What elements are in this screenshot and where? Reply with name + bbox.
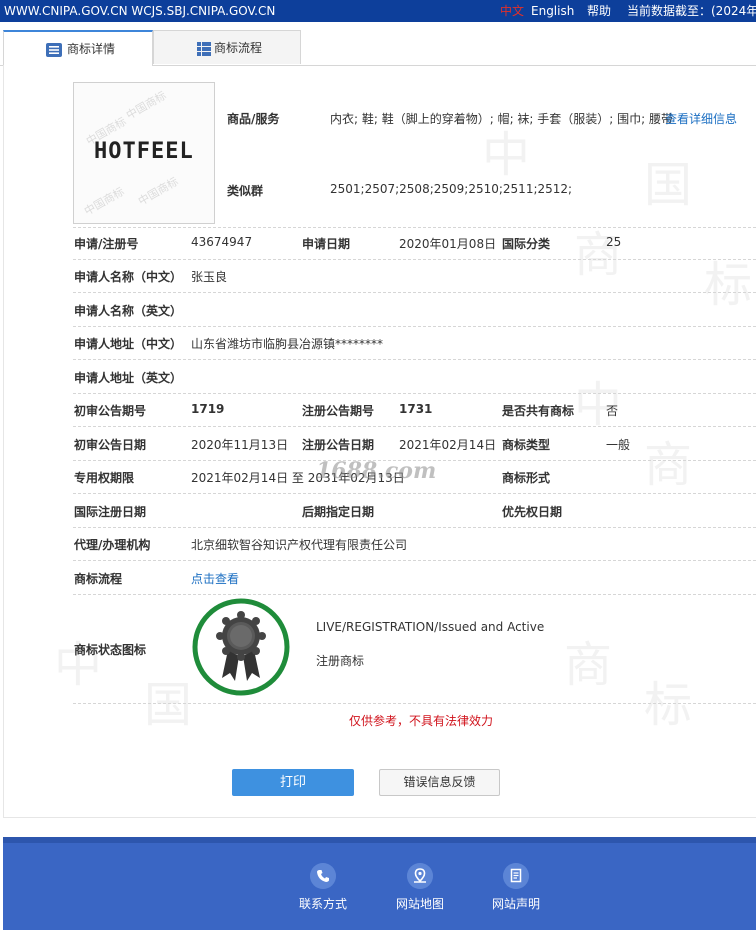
data-date-label: 当前数据截至：(2024年	[627, 4, 756, 18]
divider	[73, 560, 756, 561]
applicant-en-label: 申请人名称（英文）	[74, 304, 183, 318]
applicant-cn-label: 申请人名称（中文）	[74, 270, 183, 284]
similar-group-value: 2501;2507;2508;2509;2510;2511;2512;	[330, 182, 573, 196]
bg-watermark: 中	[574, 377, 623, 433]
goods-label: 商品/服务	[227, 112, 280, 126]
map-pin-icon	[407, 863, 433, 889]
footer: 联系方式 网站地图 网站声明	[3, 837, 756, 930]
view-details-link[interactable]: 查看详细信息	[665, 110, 737, 127]
prelim-no-value: 1719	[191, 402, 225, 416]
divider	[73, 426, 756, 427]
shared-value: 否	[606, 404, 619, 418]
reg-pub-no-label: 注册公告期号	[302, 404, 375, 418]
bg-watermark: 中	[54, 637, 103, 693]
tab-label: 商标流程	[214, 41, 263, 55]
status-text-zh: 注册商标	[316, 654, 365, 668]
divider	[73, 359, 756, 360]
bg-watermark: 标	[644, 677, 693, 733]
tm-type-label: 商标类型	[502, 438, 551, 452]
lang-chinese-link[interactable]: 中文	[500, 0, 524, 22]
address-en-label: 申请人地址（英文）	[74, 371, 183, 385]
similar-group-label: 类似群	[227, 184, 264, 198]
logo-watermark: 中国商标	[81, 184, 127, 219]
divider	[73, 594, 756, 595]
logo-watermark: 中国商标	[123, 88, 169, 123]
status-text-en: LIVE/REGISTRATION/Issued and Active	[316, 620, 545, 634]
flow-link[interactable]: 点击查看	[191, 570, 239, 587]
app-date-value: 2020年01月08日	[399, 237, 497, 251]
tab-bar: 商标详情 商标流程	[0, 30, 756, 66]
disclaimer-notice: 仅供参考，不具有法律效力	[349, 714, 494, 728]
divider	[73, 292, 756, 293]
site-url[interactable]: WWW.CNIPA.GOV.CN WCJS.SBJ.CNIPA.GOV.CN	[4, 0, 275, 22]
footer-contact-link[interactable]: 联系方式	[293, 843, 353, 912]
bg-watermark: 国	[144, 677, 193, 733]
divider	[73, 527, 756, 528]
goods-value: 内衣; 鞋; 鞋（脚上的穿着物）; 帽; 袜; 手套（服装）; 围巾; 腰带	[330, 112, 674, 126]
shared-label: 是否共有商标	[502, 404, 575, 418]
top-bar: WWW.CNIPA.GOV.CN WCJS.SBJ.CNIPA.GOV.CN 中…	[0, 0, 756, 22]
divider	[73, 703, 756, 704]
phone-icon	[310, 863, 336, 889]
reg-pub-no-value: 1731	[399, 402, 433, 416]
exclusive-label: 专用权期限	[74, 471, 135, 485]
flow-label: 商标流程	[74, 572, 123, 586]
later-date-label: 后期指定日期	[302, 505, 375, 519]
list-icon	[46, 43, 62, 57]
app-date-label: 申请日期	[302, 237, 351, 251]
divider	[73, 326, 756, 327]
footer-label: 网站声明	[491, 897, 540, 911]
tab-label: 商标详情	[67, 42, 116, 56]
help-link[interactable]: 帮助	[587, 0, 611, 22]
priority-date-label: 优先权日期	[502, 505, 563, 519]
intl-class-value: 25	[606, 235, 622, 249]
agent-label: 代理/办理机构	[74, 538, 151, 552]
bg-watermark: 商	[564, 637, 613, 693]
footer-statement-link[interactable]: 网站声明	[486, 843, 546, 912]
site-watermark: 1688.com	[316, 458, 437, 484]
address-cn-value: 山东省潍坊市临朐县冶源镇********	[191, 337, 384, 351]
reg-no-value: 43674947	[191, 235, 253, 249]
address-cn-label: 申请人地址（中文）	[74, 337, 183, 351]
divider	[73, 227, 756, 228]
intl-reg-date-label: 国际注册日期	[74, 505, 147, 519]
trademark-image: 中国商标 中国商标 中国商标 中国商标 HOTFEEL	[73, 82, 215, 224]
reg-no-label: 申请/注册号	[74, 237, 139, 251]
prelim-date-value: 2020年11月13日	[191, 438, 289, 452]
reg-pub-date-label: 注册公告日期	[302, 438, 375, 452]
footer-sitemap-link[interactable]: 网站地图	[390, 843, 450, 912]
footer-label: 联系方式	[298, 897, 347, 911]
feedback-button[interactable]: 错误信息反馈	[379, 769, 500, 796]
print-button[interactable]: 打印	[232, 769, 354, 796]
status-icon-label: 商标状态图标	[74, 643, 147, 657]
divider	[73, 393, 756, 394]
intl-class-label: 国际分类	[502, 237, 551, 251]
bg-watermark: 商	[574, 227, 623, 283]
reg-pub-date-value: 2021年02月14日	[399, 438, 497, 452]
prelim-date-label: 初审公告日期	[74, 438, 147, 452]
tab-trademark-flow[interactable]: 商标流程	[153, 30, 301, 64]
tm-form-label: 商标形式	[502, 471, 551, 485]
applicant-cn-value: 张玉良	[191, 270, 228, 284]
bg-watermark: 国	[644, 157, 693, 213]
agent-value: 北京细软智谷知识产权代理有限责任公司	[191, 538, 408, 552]
footer-label: 网站地图	[395, 897, 444, 911]
prelim-no-label: 初审公告期号	[74, 404, 147, 418]
trademark-logo-text: HOTFEEL	[94, 139, 194, 164]
registered-badge-icon	[192, 598, 290, 696]
divider	[73, 493, 756, 494]
bg-watermark: 标	[704, 257, 753, 313]
lang-english-link[interactable]: English	[531, 0, 574, 22]
logo-watermark: 中国商标	[135, 174, 181, 209]
tm-type-value: 一般	[606, 438, 631, 452]
tab-trademark-details[interactable]: 商标详情	[3, 30, 153, 66]
divider	[73, 259, 756, 260]
grid-icon	[197, 42, 211, 56]
document-icon	[503, 863, 529, 889]
